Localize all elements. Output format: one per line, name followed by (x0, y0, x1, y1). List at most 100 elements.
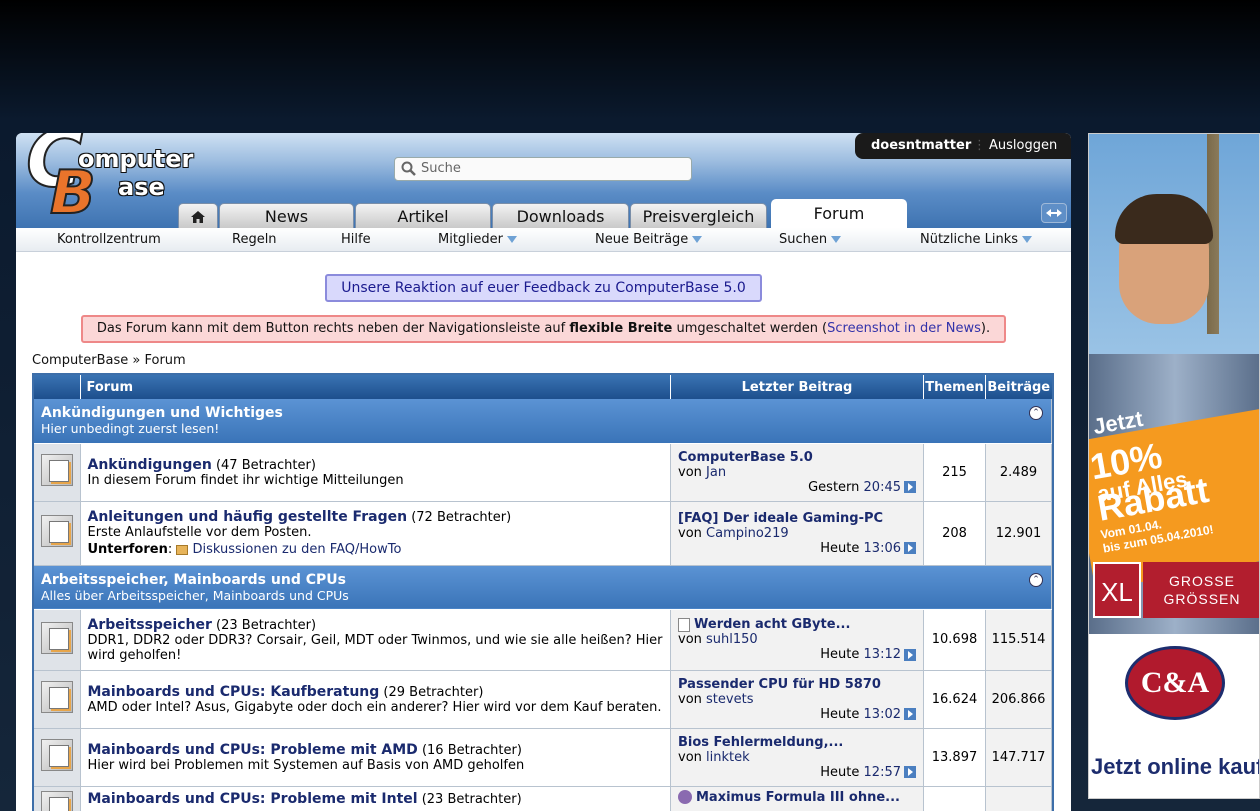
sub-navigation: Kontrollzentrum Regeln Hilfe Mitglieder … (16, 228, 1071, 252)
subnav-nuetzliche-links[interactable]: Nützliche Links (920, 232, 1033, 247)
home-icon (191, 211, 205, 223)
go-to-last-post-icon[interactable] (904, 766, 916, 778)
forum-title-link[interactable]: Mainboards und CPUs: Probleme mit Intel (88, 791, 418, 807)
category-row: Ankündigungen und Wichtiges Hier unbedin… (34, 399, 1052, 444)
last-post-by-label: von (678, 464, 702, 480)
thread-count: 10.698 (923, 609, 986, 671)
forum-title-link[interactable]: Mainboards und CPUs: Probleme mit AMD (88, 742, 418, 758)
last-post-title-link[interactable]: [FAQ] Der ideale Gaming-PC (678, 511, 883, 526)
subnav-hilfe[interactable]: Hilfe (341, 232, 371, 247)
subnav-kontrollzentrum[interactable]: Kontrollzentrum (57, 232, 161, 247)
ad-cta[interactable]: Jetzt online kaufen (1091, 754, 1259, 780)
go-to-last-post-icon[interactable] (904, 542, 916, 554)
last-post-user-link[interactable]: stevets (706, 692, 753, 707)
tab-artikel[interactable]: Artikel (355, 203, 491, 228)
subnav-mitglieder[interactable]: Mitglieder (438, 232, 517, 247)
forum-title-link[interactable]: Anleitungen und häufig gestellte Fragen (88, 509, 408, 525)
last-post-by-label: von (678, 749, 702, 765)
tab-preisvergleich[interactable]: Preisvergleich (630, 203, 767, 228)
advertisement-banner[interactable]: Jetzt 10% Rabatt auf Alles Vom 01.04. bi… (1088, 133, 1260, 799)
username-link[interactable]: doesntmatter (871, 133, 971, 158)
category-subtitle: Hier unbedingt zuerst lesen! (41, 421, 220, 437)
last-post-user-link[interactable]: suhl150 (706, 632, 758, 647)
last-post-title-link[interactable]: Bios Fehlermeldung,... (678, 735, 843, 750)
category-title[interactable]: Ankündigungen und Wichtiges (41, 405, 1051, 421)
subforum-label: Unterforen (87, 542, 168, 557)
sad-smiley-icon (678, 790, 692, 804)
main-tabs: News Artikel Downloads Preisvergleich Fo… (178, 199, 908, 228)
subnav-regeln[interactable]: Regeln (232, 232, 277, 247)
go-to-last-post-icon[interactable] (904, 708, 916, 720)
forum-description: Hier wird bei Problemen mit Systemen auf… (87, 757, 525, 773)
last-post-title-link[interactable]: Werden acht GByte... (694, 617, 850, 632)
flexible-width-button[interactable] (1041, 203, 1067, 223)
thread-count: 13.897 (923, 728, 986, 787)
forum-cell: Mainboards und CPUs: Probleme mit Intel … (80, 786, 671, 811)
last-post-time: 13:02 (863, 706, 901, 722)
tab-news[interactable]: News (219, 203, 354, 228)
post-count: 115.514 (985, 609, 1052, 671)
forum-cell: Ankündigungen (47 Betrachter) In diesem F… (80, 443, 671, 502)
last-post-by-label: von (678, 691, 702, 707)
forum-icon-cell (34, 443, 81, 502)
subforum-link[interactable]: Diskussionen zu den FAQ/HowTo (192, 542, 401, 557)
last-post-time: 20:45 (863, 479, 901, 495)
table-row: Anleitungen und häufig gestellte Fragen … (34, 501, 1052, 566)
dropdown-arrow-icon (831, 236, 842, 243)
last-post-cell: ComputerBase 5.0 von Jan Gestern 20:45 (670, 443, 924, 502)
last-post-title-link[interactable]: Passender CPU für HD 5870 (678, 677, 881, 692)
subnav-neue-beitraege[interactable]: Neue Beiträge (595, 232, 703, 247)
go-to-last-post-icon[interactable] (904, 481, 916, 493)
search-placeholder: Suche (421, 161, 461, 176)
search-input[interactable]: Suche (394, 157, 692, 181)
forum-title-link[interactable]: Ankündigungen (88, 457, 212, 473)
home-tab[interactable] (178, 203, 218, 228)
header: C omputer B ase Suche doesntmatter ⋮ Aus… (16, 133, 1071, 228)
thread-count: 215 (923, 443, 986, 502)
last-post-user-link[interactable]: Jan (706, 465, 726, 480)
tab-forum[interactable]: Forum (771, 199, 907, 228)
tab-downloads[interactable]: Downloads (492, 203, 629, 228)
user-bar: doesntmatter ⋮ Ausloggen (855, 133, 1071, 159)
notice-text-end: ). (980, 321, 991, 336)
logout-link[interactable]: Ausloggen (989, 133, 1057, 158)
last-post-date: Gestern 20:45 (678, 480, 916, 495)
search-icon (401, 161, 417, 185)
table-row: Arbeitsspeicher (23 Betrachter) DDR1, DDR… (34, 609, 1052, 671)
subnav-suchen-label: Suchen (779, 232, 828, 247)
collapse-icon[interactable]: ⌃ (1029, 406, 1043, 420)
screenshot-news-link[interactable]: Screenshot in der News (827, 321, 981, 336)
subnav-neue-beitraege-label: Neue Beiträge (595, 232, 689, 247)
last-post-date: Heute 13:06 (678, 541, 916, 556)
last-post-day: Heute (820, 706, 860, 722)
last-post-user-link[interactable]: linktek (706, 750, 750, 765)
last-post-user-link[interactable]: Campino219 (706, 526, 789, 541)
viewer-count: (16 Betrachter) (421, 742, 522, 758)
forum-icon-cell (34, 786, 81, 811)
category-row: Arbeitsspeicher, Mainboards und CPUs All… (34, 565, 1052, 610)
last-post-title-link[interactable]: Maximus Formula III ohne... (696, 790, 900, 805)
forum-status-icon (40, 790, 73, 811)
last-post-by-label: von (678, 632, 702, 647)
notice-box: Das Forum kann mit dem Button rechts neb… (81, 315, 1006, 343)
feedback-link[interactable]: Unsere Reaktion auf euer Feedback zu Com… (325, 274, 762, 302)
go-to-last-post-icon[interactable] (904, 648, 916, 661)
separator: ⋮ (973, 138, 986, 153)
post-count: 12.901 (985, 501, 1052, 566)
forum-title-link[interactable]: Mainboards und CPUs: Kaufberatung (88, 684, 380, 700)
collapse-icon[interactable]: ⌃ (1029, 572, 1043, 587)
category-title[interactable]: Arbeitsspeicher, Mainboards und CPUs (41, 572, 1051, 588)
last-post-title-link[interactable]: ComputerBase 5.0 (678, 450, 813, 465)
ca-logo: C&A (1125, 646, 1225, 720)
breadcrumb[interactable]: ComputerBase » Forum (32, 353, 186, 368)
table-header-row: Forum Letzter Beitrag Themen Beiträge (34, 375, 1052, 399)
forum-icon-cell (34, 670, 81, 729)
ad-size-text: GROSSE GRÖSSEN (1143, 562, 1259, 618)
viewer-count: (23 Betrachter) (421, 791, 522, 807)
category-cell: Ankündigungen und Wichtiges Hier unbedin… (34, 399, 1052, 444)
last-post-date: Heute 13:12 (678, 647, 916, 662)
subnav-suchen[interactable]: Suchen (779, 232, 842, 247)
last-post-cell: Bios Fehlermeldung,... von linktek Heute 1… (670, 728, 924, 787)
table-row: Mainboards und CPUs: Probleme mit AMD (1… (34, 728, 1052, 787)
forum-title-link[interactable]: Arbeitsspeicher (88, 617, 212, 633)
